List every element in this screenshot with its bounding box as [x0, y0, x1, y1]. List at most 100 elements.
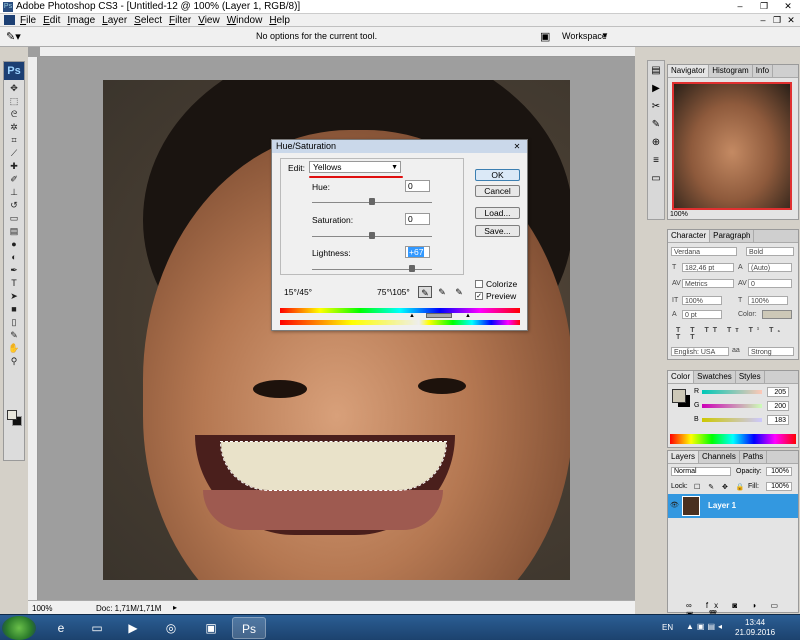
- brush-icon[interactable]: ✐: [4, 173, 24, 186]
- bridge-icon[interactable]: ▣: [540, 30, 556, 43]
- hue-field[interactable]: 0: [405, 180, 430, 192]
- horizontal-scale-field[interactable]: 100%: [748, 296, 788, 305]
- red-slider[interactable]: [702, 390, 762, 394]
- clock[interactable]: 13:44 21.09.2016: [735, 618, 775, 638]
- path-select-icon[interactable]: ➤: [4, 290, 24, 303]
- visibility-eye-icon[interactable]: 👁: [670, 501, 679, 509]
- range-left-handle[interactable]: ▲: [409, 313, 415, 319]
- chrome-icon[interactable]: ◎: [154, 617, 188, 639]
- tab-layers[interactable]: Layers: [668, 451, 700, 463]
- foreground-color-swatch[interactable]: [7, 410, 17, 420]
- eyedropper-add-icon[interactable]: ✎: [435, 286, 449, 298]
- clone-source-icon[interactable]: ⊕: [648, 135, 664, 151]
- hand-icon[interactable]: ✋: [4, 342, 24, 355]
- blue-slider[interactable]: [702, 418, 762, 422]
- history-panel-icon[interactable]: ▤: [648, 63, 664, 79]
- opacity-field[interactable]: 100%: [766, 467, 792, 476]
- menu-edit[interactable]: Edit: [41, 15, 65, 26]
- color-spectrum-ramp[interactable]: [670, 434, 796, 444]
- type-icon[interactable]: T: [4, 277, 24, 290]
- actions-panel-icon[interactable]: ▶: [648, 81, 664, 97]
- menu-filter[interactable]: Filter: [167, 15, 196, 26]
- brushes-panel-icon[interactable]: ✎: [648, 117, 664, 133]
- save-button[interactable]: Save...: [475, 225, 520, 237]
- tab-swatches[interactable]: Swatches: [694, 371, 736, 383]
- menu-image[interactable]: Image: [65, 15, 100, 26]
- crop-icon[interactable]: ⌗: [4, 134, 24, 147]
- vertical-scale-field[interactable]: 100%: [682, 296, 722, 305]
- minimize-button[interactable]: –: [728, 0, 752, 13]
- saturation-field[interactable]: 0: [405, 213, 430, 225]
- eyedropper-preset-icon[interactable]: ✎▾: [6, 30, 28, 44]
- eraser-icon[interactable]: ▭: [4, 212, 24, 225]
- menu-select[interactable]: Select: [132, 15, 167, 26]
- lock-icons[interactable]: ☐ ✎ ✥ 🔒: [694, 483, 748, 491]
- photoshop-icon[interactable]: Ps: [232, 617, 266, 639]
- hue-slider-thumb[interactable]: [369, 198, 375, 205]
- folder-icon[interactable]: ▭: [80, 617, 114, 639]
- healing-icon[interactable]: ✚: [4, 160, 24, 173]
- shape-icon[interactable]: ■: [4, 303, 24, 316]
- pen-icon[interactable]: ✒: [4, 264, 24, 277]
- doc-restore-button[interactable]: ❐: [770, 14, 784, 26]
- app-icon[interactable]: ▣: [194, 617, 228, 639]
- notes-panel-icon[interactable]: ▭: [648, 171, 664, 187]
- text-style-buttons[interactable]: T T TT Tт T¹ T₁ T T: [676, 327, 798, 341]
- color-fg-swatch[interactable]: [672, 389, 686, 403]
- cancel-button[interactable]: Cancel: [475, 185, 520, 197]
- font-size-field[interactable]: 182,46 pt: [682, 263, 734, 272]
- green-value[interactable]: 200: [767, 401, 789, 411]
- stamp-icon[interactable]: ⊥: [4, 186, 24, 199]
- language-indicator[interactable]: EN: [662, 623, 673, 632]
- eyedropper-icon[interactable]: ✎: [418, 286, 432, 298]
- baseline-field[interactable]: 0 pt: [682, 310, 722, 319]
- layer-comps-icon[interactable]: ≡: [648, 153, 664, 169]
- marquee-icon[interactable]: ⬚: [4, 95, 24, 108]
- ie-icon[interactable]: e: [44, 617, 78, 639]
- menu-view[interactable]: View: [196, 15, 225, 26]
- tool-presets-icon[interactable]: ✂: [648, 99, 664, 115]
- menu-layer[interactable]: Layer: [100, 15, 132, 26]
- font-family-select[interactable]: Verdana: [671, 247, 737, 256]
- tab-paragraph[interactable]: Paragraph: [710, 230, 755, 242]
- start-button[interactable]: [2, 616, 36, 640]
- font-style-select[interactable]: Bold: [746, 247, 794, 256]
- lightness-slider-thumb[interactable]: [409, 265, 415, 272]
- antialias-select[interactable]: Strong: [748, 347, 794, 356]
- tab-paths[interactable]: Paths: [740, 451, 768, 463]
- zoom-level[interactable]: 100%: [32, 604, 52, 613]
- kerning-field[interactable]: Metrics: [682, 279, 734, 288]
- media-icon[interactable]: ▶: [116, 617, 150, 639]
- notes-icon[interactable]: ▯: [4, 316, 24, 329]
- menu-file[interactable]: File: [18, 15, 41, 26]
- magic-wand-icon[interactable]: ✲: [4, 121, 24, 134]
- zoom-icon[interactable]: ⚲: [4, 355, 24, 368]
- chevron-down-icon[interactable]: ▼: [601, 31, 609, 40]
- color-range-selector[interactable]: ▲ ▲: [409, 313, 471, 319]
- saturation-slider-thumb[interactable]: [369, 232, 375, 239]
- tab-info[interactable]: Info: [753, 65, 774, 77]
- tab-character[interactable]: Character: [668, 230, 711, 242]
- status-menu-arrow-icon[interactable]: ▸: [173, 603, 177, 612]
- text-color-swatch[interactable]: [762, 310, 792, 319]
- colorize-checkbox[interactable]: [475, 280, 483, 288]
- load-button[interactable]: Load...: [475, 207, 520, 219]
- close-button[interactable]: ✕: [776, 0, 800, 13]
- tab-styles[interactable]: Styles: [736, 371, 765, 383]
- green-slider[interactable]: [702, 404, 762, 408]
- tab-color[interactable]: Color: [668, 371, 695, 383]
- leading-field[interactable]: (Auto): [748, 263, 792, 272]
- maximize-button[interactable]: ❐: [752, 0, 776, 13]
- tab-histogram[interactable]: Histogram: [709, 65, 753, 77]
- language-select[interactable]: English: USA: [671, 347, 729, 356]
- doc-minimize-button[interactable]: –: [756, 14, 770, 26]
- layer-name[interactable]: Layer 1: [708, 501, 736, 510]
- dialog-close-icon[interactable]: ✕: [508, 141, 526, 152]
- red-value[interactable]: 205: [767, 387, 789, 397]
- tracking-field[interactable]: 0: [748, 279, 792, 288]
- tab-channels[interactable]: Channels: [699, 451, 740, 463]
- tab-navigator[interactable]: Navigator: [668, 65, 710, 77]
- history-brush-icon[interactable]: ↺: [4, 199, 24, 212]
- gradient-icon[interactable]: ▤: [4, 225, 24, 238]
- edit-channel-select[interactable]: Yellows ▼: [309, 161, 401, 173]
